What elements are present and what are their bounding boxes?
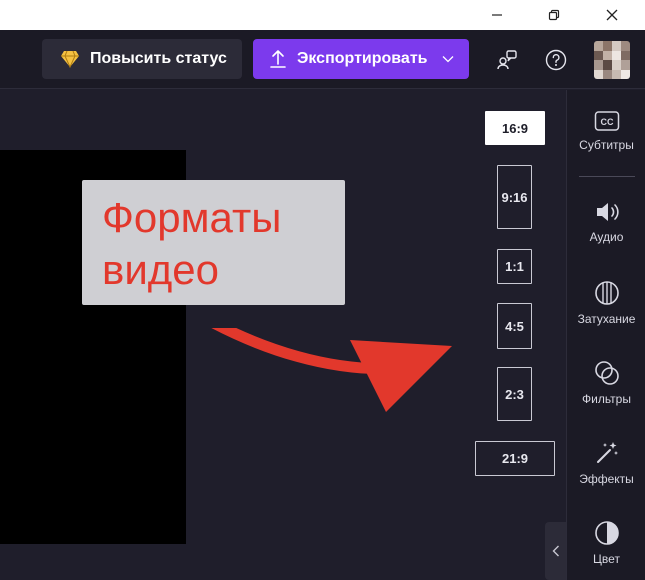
sidebar-item-audio[interactable]: Аудио [567,200,645,244]
sidebar-label-fade: Затухание [577,312,636,326]
export-label: Экспортировать [297,50,428,67]
sidebar-item-subtitles[interactable]: CC Субтитры [567,110,645,152]
upgrade-label: Повысить статус [90,50,227,67]
export-button[interactable]: Экспортировать [253,39,469,79]
upgrade-button[interactable]: Повысить статус [42,39,242,79]
right-sidebar: CC Субтитры Аудио Затухание Фильтры Эффе… [566,90,645,580]
aspect-ratio-9-16[interactable]: 9:16 [497,165,532,229]
collapse-panel-button[interactable] [545,522,566,580]
callout-line-1: Форматы [102,194,282,241]
help-button[interactable] [544,48,568,72]
chevron-down-icon [442,56,453,63]
fade-icon [594,281,619,305]
closed-captions-icon: CC [594,111,619,131]
sidebar-label-audio: Аудио [589,230,624,244]
sidebar-label-color: Цвет [593,552,620,566]
color-icon [594,521,619,545]
aspect-ratio-1-1[interactable]: 1:1 [497,249,532,284]
sidebar-label-effects: Эффекты [579,472,634,486]
restore-icon [548,9,560,21]
diamond-icon [61,50,79,68]
sidebar-label-subtitles: Субтитры [579,138,634,152]
upload-icon [270,50,286,68]
aspect-ratio-16-9[interactable]: 16:9 [485,111,545,145]
restore-button[interactable] [531,0,577,30]
annotation-arrow [211,328,452,412]
speaker-icon [596,203,619,221]
feedback-icon [497,50,517,70]
aspect-ratio-4-5[interactable]: 4:5 [497,303,532,349]
annotation-callout: Форматы видео [82,180,345,305]
sidebar-item-color[interactable]: Цвет [567,520,645,566]
close-button[interactable] [589,0,635,30]
user-avatar[interactable] [594,41,630,79]
sidebar-item-filters[interactable]: Фильтры [567,360,645,406]
minimize-icon [492,14,502,16]
callout-line-2: видео [102,246,219,293]
sidebar-item-effects[interactable]: Эффекты [567,440,645,486]
aspect-ratio-2-3[interactable]: 2:3 [497,367,532,421]
chevron-left-icon [552,545,559,557]
minimize-button[interactable] [474,0,520,30]
sidebar-item-fade[interactable]: Затухание [567,280,645,326]
filters-icon [594,361,619,385]
magic-wand-icon [596,442,618,463]
aspect-ratio-21-9[interactable]: 21:9 [475,441,555,476]
sidebar-label-filters: Фильтры [582,392,631,406]
top-toolbar: Повысить статус Экспортировать [0,30,645,89]
help-icon [545,49,567,71]
window-titlebar [0,0,645,30]
feedback-button[interactable] [495,48,519,72]
svg-text:CC: CC [600,117,613,127]
sidebar-divider [579,176,635,177]
close-icon [606,9,618,21]
